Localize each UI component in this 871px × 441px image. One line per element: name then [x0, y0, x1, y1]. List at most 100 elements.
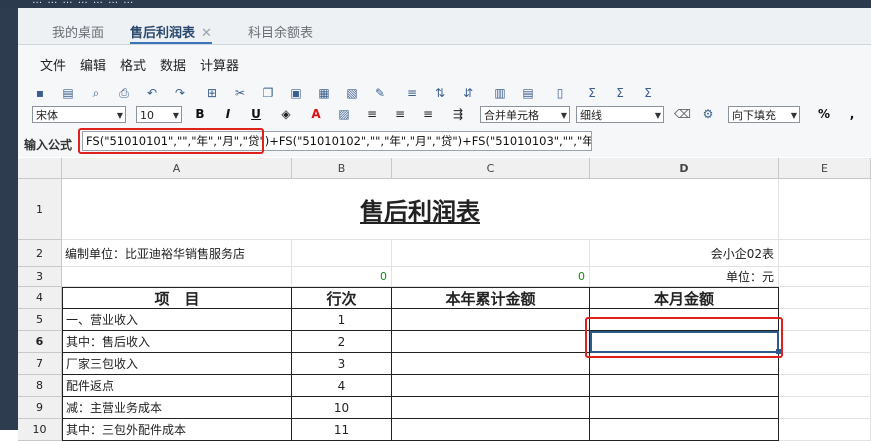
- corner-cell[interactable]: [18, 158, 62, 179]
- italic-button[interactable]: I: [220, 106, 236, 122]
- wrap-text-icon[interactable]: ⇶: [450, 106, 466, 122]
- merge-cells-select[interactable]: 合并单元格 ▼: [480, 106, 570, 123]
- line-cell[interactable]: 11: [292, 419, 392, 441]
- item-cell[interactable]: 配件返点: [62, 375, 292, 397]
- underline-button[interactable]: U: [248, 106, 264, 122]
- row-header-7[interactable]: 7: [18, 353, 62, 375]
- cell-c3[interactable]: 0: [392, 267, 590, 287]
- cell-e2[interactable]: [779, 240, 871, 267]
- cell-e10[interactable]: [779, 419, 871, 441]
- cell-c2[interactable]: [392, 240, 590, 267]
- header-item[interactable]: 项 目: [62, 287, 292, 309]
- document-icon[interactable]: ▯: [552, 85, 568, 101]
- line-cell[interactable]: 3: [292, 353, 392, 375]
- cell-e3[interactable]: [779, 267, 871, 287]
- cut-icon[interactable]: ✂: [232, 85, 248, 101]
- column-header-b[interactable]: B: [292, 158, 392, 179]
- undo-icon[interactable]: ↶: [144, 85, 160, 101]
- line-cell[interactable]: 2: [292, 331, 392, 353]
- font-size-select[interactable]: 10 ▼: [136, 106, 182, 123]
- row-header-2[interactable]: 2: [18, 240, 62, 267]
- save-icon[interactable]: ▪: [32, 85, 48, 101]
- line-cell[interactable]: 4: [292, 375, 392, 397]
- menu-data[interactable]: 数据: [160, 55, 186, 74]
- cell-b2[interactable]: [292, 240, 392, 267]
- cell-e9[interactable]: [779, 397, 871, 419]
- row-header-1[interactable]: 1: [18, 179, 62, 240]
- eraser-icon[interactable]: ⌫: [674, 106, 691, 122]
- sort-ascending-icon[interactable]: ⇅: [432, 85, 448, 101]
- sort-descending-icon[interactable]: ⇵: [460, 85, 476, 101]
- font-color-icon[interactable]: A: [308, 106, 324, 122]
- month-cell[interactable]: [590, 397, 779, 419]
- row-header-4[interactable]: 4: [18, 287, 62, 309]
- cell-e1[interactable]: [779, 179, 871, 240]
- ytd-cell[interactable]: [392, 419, 590, 441]
- preview-icon[interactable]: ⌕: [88, 85, 104, 101]
- redo-icon[interactable]: ↷: [172, 85, 188, 101]
- align-left-icon[interactable]: ≡: [364, 106, 380, 122]
- fill-down-select[interactable]: 向下填充 ▼: [728, 106, 800, 123]
- function-icon[interactable]: ▥: [492, 85, 508, 101]
- month-cell[interactable]: [590, 419, 779, 441]
- column-header-d[interactable]: D: [590, 158, 779, 179]
- border-style-select[interactable]: 细线 ▼: [576, 106, 664, 123]
- cell-d2[interactable]: 会小企02表: [590, 240, 779, 267]
- item-cell[interactable]: 厂家三包收入: [62, 353, 292, 375]
- align-right-icon[interactable]: ≡: [420, 106, 436, 122]
- row-header-9[interactable]: 9: [18, 397, 62, 419]
- cell-e5[interactable]: [779, 309, 871, 331]
- header-ytd-amount[interactable]: 本年累计金额: [392, 287, 590, 309]
- cell-d3[interactable]: 单位：元: [590, 267, 779, 287]
- cell-a3[interactable]: [62, 267, 292, 287]
- sum-row-icon[interactable]: Σ: [612, 85, 628, 101]
- row-header-5[interactable]: 5: [18, 309, 62, 331]
- bold-button[interactable]: B: [192, 106, 208, 122]
- settings-icon[interactable]: ⚙: [700, 106, 716, 122]
- item-cell[interactable]: 其中：三包外配件成本: [62, 419, 292, 441]
- column-header-c[interactable]: C: [392, 158, 590, 179]
- row-header-6[interactable]: 6: [18, 331, 62, 353]
- cell-a2[interactable]: 编制单位： 比亚迪裕华销售服务店: [62, 240, 292, 267]
- open-icon[interactable]: ▤: [60, 85, 76, 101]
- tab-after-sales-profit[interactable]: 售后利润表 ✕: [130, 22, 212, 44]
- cell-e4[interactable]: [779, 287, 871, 309]
- comma-button[interactable]: ,: [844, 106, 860, 122]
- paste-special-icon[interactable]: ▦: [316, 85, 332, 101]
- insert-icon[interactable]: ▧: [344, 85, 360, 101]
- menu-file[interactable]: 文件: [40, 55, 66, 74]
- ytd-cell[interactable]: [392, 331, 590, 353]
- paste-icon[interactable]: ▣: [288, 85, 304, 101]
- row-header-10[interactable]: 10: [18, 419, 62, 441]
- tab-account-balance[interactable]: 科目余额表: [248, 22, 313, 44]
- month-cell[interactable]: [590, 375, 779, 397]
- sum-icon[interactable]: Σ: [584, 85, 600, 101]
- spreadsheet-grid[interactable]: A B C D E 1 2 3 4 5 6 7 8 9 10 售后利润表 编制单…: [18, 158, 871, 441]
- item-cell[interactable]: 其中：售后收入: [62, 331, 292, 353]
- tab-my-desktop[interactable]: 我的桌面: [52, 22, 104, 44]
- table-icon[interactable]: ▤: [520, 85, 536, 101]
- ytd-cell[interactable]: [392, 309, 590, 331]
- highlight-icon[interactable]: ▨: [336, 106, 352, 122]
- header-line-number[interactable]: 行次: [292, 287, 392, 309]
- menu-edit[interactable]: 编辑: [80, 55, 106, 74]
- format-painter-icon[interactable]: ✎: [372, 85, 388, 101]
- print-icon[interactable]: ⎙: [116, 85, 132, 101]
- report-title-cell[interactable]: 售后利润表: [62, 179, 779, 240]
- align-center-icon[interactable]: ≡: [392, 106, 408, 122]
- ytd-cell[interactable]: [392, 353, 590, 375]
- select-all-icon[interactable]: ⊞: [204, 85, 220, 101]
- header-month-amount[interactable]: 本月金额: [590, 287, 779, 309]
- row-header-3[interactable]: 3: [18, 267, 62, 287]
- column-header-e[interactable]: E: [779, 158, 871, 179]
- row-header-8[interactable]: 8: [18, 375, 62, 397]
- cell-e8[interactable]: [779, 375, 871, 397]
- font-family-select[interactable]: 宋体 ▼: [32, 106, 126, 123]
- ytd-cell[interactable]: [392, 397, 590, 419]
- ytd-cell[interactable]: [392, 375, 590, 397]
- menu-format[interactable]: 格式: [120, 55, 146, 74]
- copy-icon[interactable]: ❐: [260, 85, 276, 101]
- menu-calculator[interactable]: 计算器: [200, 55, 239, 74]
- item-cell[interactable]: 减：主营业务成本: [62, 397, 292, 419]
- item-cell[interactable]: 一、营业收入: [62, 309, 292, 331]
